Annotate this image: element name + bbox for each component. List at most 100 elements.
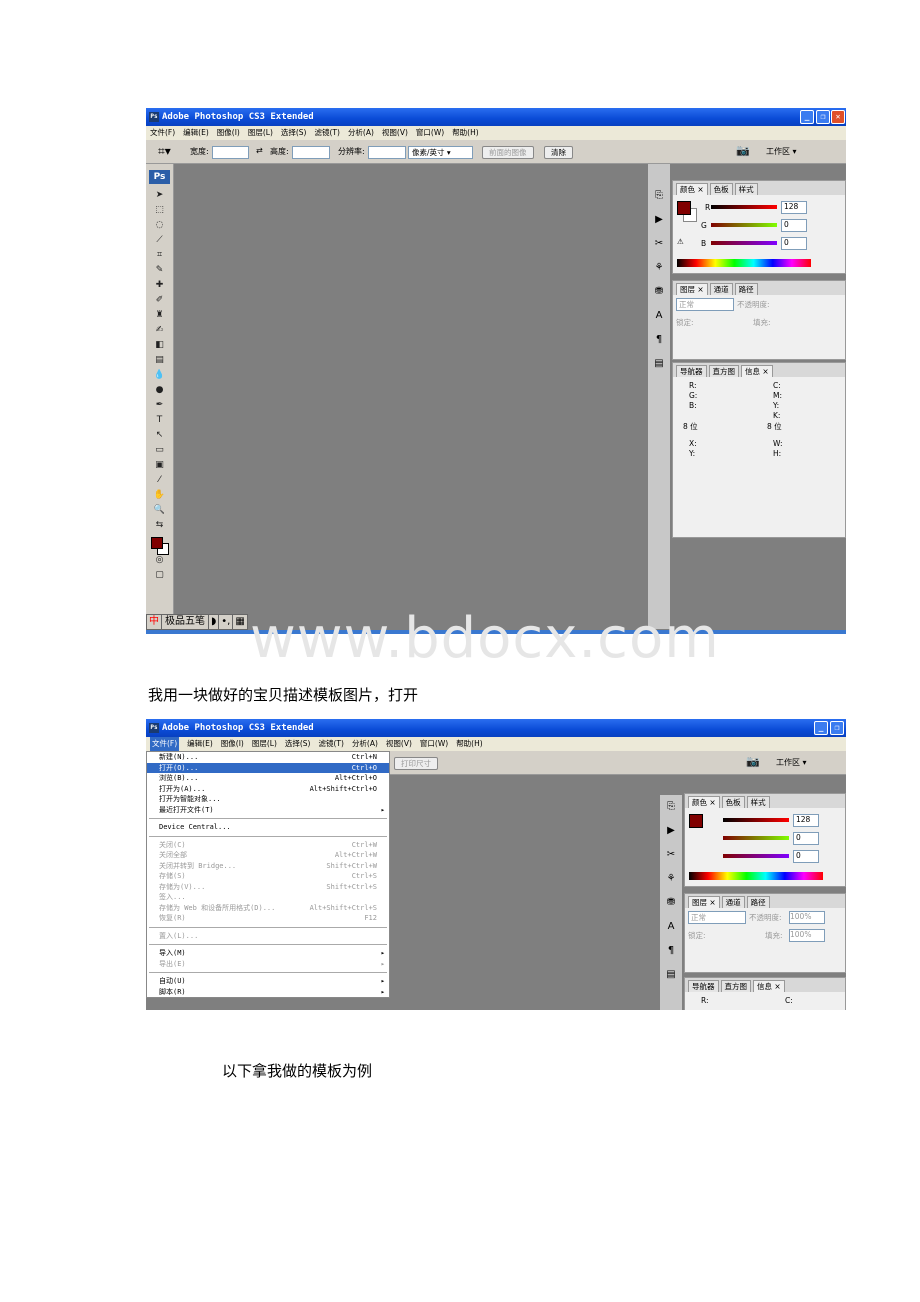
character-icon[interactable]: A bbox=[648, 304, 670, 328]
dodge-tool-icon[interactable]: ● bbox=[146, 385, 173, 400]
magic-wand-tool-icon[interactable]: ⟋ bbox=[146, 235, 173, 250]
swap-icon[interactable]: ⇄ bbox=[256, 146, 263, 155]
menu-filter[interactable]: 滤镜(T) bbox=[319, 737, 344, 751]
brush-tool-icon[interactable]: ✐ bbox=[146, 295, 173, 310]
tab-navigator[interactable]: 导航器 bbox=[688, 980, 719, 992]
menu-analysis[interactable]: 分析(A) bbox=[348, 126, 374, 140]
brushes-icon[interactable]: ⚘ bbox=[660, 867, 682, 891]
menu-layer[interactable]: 图层(L) bbox=[248, 126, 273, 140]
minimize-button[interactable]: _ bbox=[814, 721, 828, 735]
workspace-button[interactable]: 工作区 ▾ bbox=[776, 757, 807, 768]
blend-mode-select[interactable]: 正常 bbox=[676, 298, 734, 311]
menu-file[interactable]: 文件(F) bbox=[150, 126, 175, 140]
notes-tool-icon[interactable]: ▣ bbox=[146, 460, 173, 475]
tab-layers[interactable]: 图层 × bbox=[688, 896, 720, 908]
hand-tool-icon[interactable]: ✋ bbox=[146, 490, 173, 505]
tools-preset-icon[interactable]: ✂ bbox=[660, 843, 682, 867]
tab-channels[interactable]: 通道 bbox=[721, 896, 745, 908]
file-menu-item[interactable]: 脚本(R) ▸ bbox=[147, 987, 389, 998]
menu-help[interactable]: 帮助(H) bbox=[456, 737, 483, 751]
tools-preset-icon[interactable]: ✂ bbox=[648, 232, 670, 256]
fill-input[interactable]: 100% bbox=[789, 929, 825, 942]
file-menu-item[interactable]: 新建(N)... Ctrl+N bbox=[147, 752, 389, 763]
tab-info[interactable]: 信息 × bbox=[753, 980, 785, 992]
unit-select[interactable]: 像素/英寸 ▾ bbox=[408, 146, 473, 159]
pen-tool-icon[interactable]: ✒ bbox=[146, 400, 173, 415]
slice-tool-icon[interactable]: ✎ bbox=[146, 265, 173, 280]
menu-filter[interactable]: 滤镜(T) bbox=[315, 126, 340, 140]
menu-select[interactable]: 选择(S) bbox=[285, 737, 311, 751]
g-input[interactable]: 0 bbox=[793, 832, 819, 845]
gradient-tool-icon[interactable]: ▤ bbox=[146, 355, 173, 370]
workspace-button[interactable]: 工作区 ▾ bbox=[766, 146, 797, 157]
r-slider[interactable] bbox=[723, 818, 789, 822]
tab-swatches[interactable]: 色板 bbox=[709, 183, 733, 195]
restore-button[interactable]: ❐ bbox=[830, 721, 844, 735]
clone-stamp-icon[interactable]: ♜ bbox=[146, 310, 173, 325]
menu-edit[interactable]: 编辑(E) bbox=[183, 126, 209, 140]
menu-view[interactable]: 视图(V) bbox=[386, 737, 412, 751]
paragraph-icon[interactable]: ¶ bbox=[660, 939, 682, 963]
b-slider[interactable] bbox=[711, 241, 777, 245]
menu-edit[interactable]: 编辑(E) bbox=[187, 737, 213, 751]
clone-source-icon[interactable]: ⛃ bbox=[660, 891, 682, 915]
menu-select[interactable]: 选择(S) bbox=[281, 126, 307, 140]
tab-channels[interactable]: 通道 bbox=[709, 283, 733, 295]
tab-histogram[interactable]: 直方图 bbox=[708, 365, 739, 377]
layer-comps-icon[interactable]: ▤ bbox=[660, 963, 682, 987]
type-tool-icon[interactable]: T bbox=[146, 415, 173, 430]
print-size-button[interactable]: 打印尺寸 bbox=[394, 757, 438, 770]
blur-tool-icon[interactable]: 💧 bbox=[146, 370, 173, 385]
actions-icon[interactable]: ▶ bbox=[660, 819, 682, 843]
b-input[interactable]: 0 bbox=[793, 850, 819, 863]
layer-comps-icon[interactable]: ▤ bbox=[648, 352, 670, 376]
history-icon[interactable]: ⎘ bbox=[648, 184, 670, 208]
healing-brush-icon[interactable]: ✚ bbox=[146, 280, 173, 295]
file-menu-item[interactable]: 自动(U) ▸ bbox=[147, 976, 389, 987]
front-image-button[interactable]: 前面的图像 bbox=[482, 146, 534, 159]
menu-view[interactable]: 视图(V) bbox=[382, 126, 408, 140]
actions-icon[interactable]: ▶ bbox=[648, 208, 670, 232]
fg-swatch[interactable] bbox=[677, 201, 691, 215]
clear-button[interactable]: 清除 bbox=[544, 146, 573, 159]
color-spectrum[interactable] bbox=[677, 259, 811, 267]
keyboard-icon[interactable]: ▦ bbox=[232, 615, 246, 629]
file-menu-item[interactable]: 导入(M) ▸ bbox=[147, 948, 389, 959]
moon-icon[interactable]: ◗ bbox=[208, 615, 218, 629]
blend-mode-select[interactable]: 正常 bbox=[688, 911, 746, 924]
tab-color[interactable]: 颜色 × bbox=[676, 183, 708, 195]
opacity-input[interactable]: 100% bbox=[789, 911, 825, 924]
eraser-tool-icon[interactable]: ◧ bbox=[146, 340, 173, 355]
lasso-tool-icon[interactable]: ◌ bbox=[146, 220, 173, 235]
foreground-color-swatch[interactable] bbox=[151, 537, 163, 549]
tab-swatches[interactable]: 色板 bbox=[721, 796, 745, 808]
r-input[interactable]: 128 bbox=[793, 814, 819, 827]
paragraph-icon[interactable]: ¶ bbox=[648, 328, 670, 352]
crop-tool-icon[interactable]: ⌗▾ bbox=[158, 144, 171, 159]
file-menu-item[interactable]: 打开为(A)... Alt+Shift+Ctrl+O bbox=[147, 784, 389, 795]
tab-histogram[interactable]: 直方图 bbox=[720, 980, 751, 992]
menu-image[interactable]: 图像(I) bbox=[217, 126, 240, 140]
zoom-tool-icon[interactable]: 🔍 bbox=[146, 505, 173, 520]
b-input[interactable]: 0 bbox=[781, 237, 807, 250]
history-icon[interactable]: ⎘ bbox=[660, 795, 682, 819]
quick-mask-icon[interactable]: ◎ bbox=[146, 555, 173, 570]
minimize-button[interactable]: _ bbox=[800, 110, 814, 124]
brushes-icon[interactable]: ⚘ bbox=[648, 256, 670, 280]
ime-name[interactable]: 极品五笔 bbox=[161, 615, 208, 629]
crop-tool-icon[interactable]: ⌗ bbox=[146, 250, 173, 265]
fg-swatch[interactable] bbox=[689, 814, 703, 828]
tab-paths[interactable]: 路径 bbox=[746, 896, 770, 908]
b-slider[interactable] bbox=[723, 854, 789, 858]
path-selection-icon[interactable]: ↖ bbox=[146, 430, 173, 445]
shape-tool-icon[interactable]: ▭ bbox=[146, 445, 173, 460]
tab-paths[interactable]: 路径 bbox=[734, 283, 758, 295]
g-slider[interactable] bbox=[711, 223, 777, 227]
menu-window[interactable]: 窗口(W) bbox=[416, 126, 444, 140]
menu-analysis[interactable]: 分析(A) bbox=[352, 737, 378, 751]
screen-mode-icon[interactable]: ▢ bbox=[146, 570, 173, 585]
tab-styles[interactable]: 样式 bbox=[746, 796, 770, 808]
file-menu-item[interactable]: 打开(O)... Ctrl+O bbox=[147, 762, 389, 773]
character-icon[interactable]: A bbox=[660, 915, 682, 939]
file-menu-item[interactable]: 最近打开文件(T) ▸ bbox=[147, 805, 389, 816]
